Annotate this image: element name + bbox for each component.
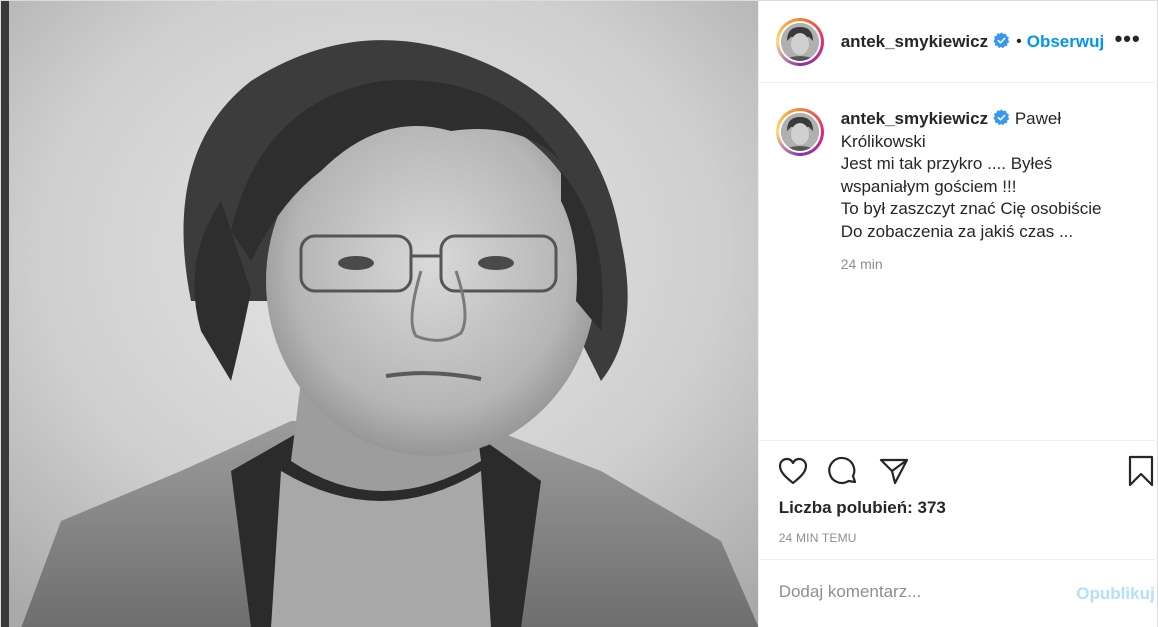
more-options-icon[interactable]: ••• (1115, 28, 1141, 50)
caption-line: Jest mi tak przykro .... Byłeś (840, 154, 1053, 173)
caption-text: antek_smykiewicz Paweł Królikowski Jest … (841, 108, 1141, 243)
share-icon[interactable] (879, 457, 909, 490)
post-photo[interactable] (1, 1, 758, 627)
comment-bar: Opublikuj (758, 559, 1158, 627)
likes-count[interactable]: Liczba polubień: 373 (779, 498, 946, 518)
separator-dot: • (1016, 32, 1022, 50)
post-caption: antek_smykiewicz Paweł Królikowski Jest … (775, 108, 1146, 272)
instagram-post: antek_smykiewicz • Obserwuj ••• antek_sm… (0, 0, 1158, 627)
caption-username[interactable]: antek_smykiewicz (841, 109, 988, 128)
caption-line: To był zaszczyt znać Cię osobiście (840, 199, 1102, 218)
caption-line: Królikowski (840, 131, 926, 151)
caption-avatar[interactable] (775, 108, 824, 156)
post-header: antek_smykiewicz • Obserwuj ••• (758, 1, 1158, 83)
author-avatar[interactable] (775, 17, 824, 66)
comment-icon[interactable] (827, 456, 858, 491)
avatar-image (780, 22, 819, 61)
post-actions: Liczba polubień: 373 24 MIN TEMU Opublik… (758, 440, 1158, 627)
verified-badge-icon (988, 31, 1010, 52)
portrait-photo (1, 1, 758, 627)
post-timestamp[interactable]: 24 MIN TEMU (779, 531, 857, 545)
comment-input[interactable] (778, 582, 1069, 602)
caption-line: Do zobaczenia za jakiś czas ... (840, 221, 1074, 241)
follow-button[interactable]: Obserwuj (1027, 32, 1104, 52)
heart-icon[interactable] (778, 457, 808, 490)
caption-line: Paweł (1014, 109, 1062, 128)
publish-button[interactable]: Opublikuj (1076, 584, 1154, 604)
bookmark-icon[interactable] (1128, 455, 1154, 492)
caption-line: wspaniałym gościem !!! (840, 176, 1017, 196)
verified-badge-icon (988, 109, 1010, 128)
post-sidebar: antek_smykiewicz • Obserwuj ••• antek_sm… (757, 1, 1158, 627)
avatar-image (780, 113, 819, 151)
author-username[interactable]: antek_smykiewicz (841, 32, 988, 52)
caption-timestamp[interactable]: 24 min (841, 256, 1141, 272)
